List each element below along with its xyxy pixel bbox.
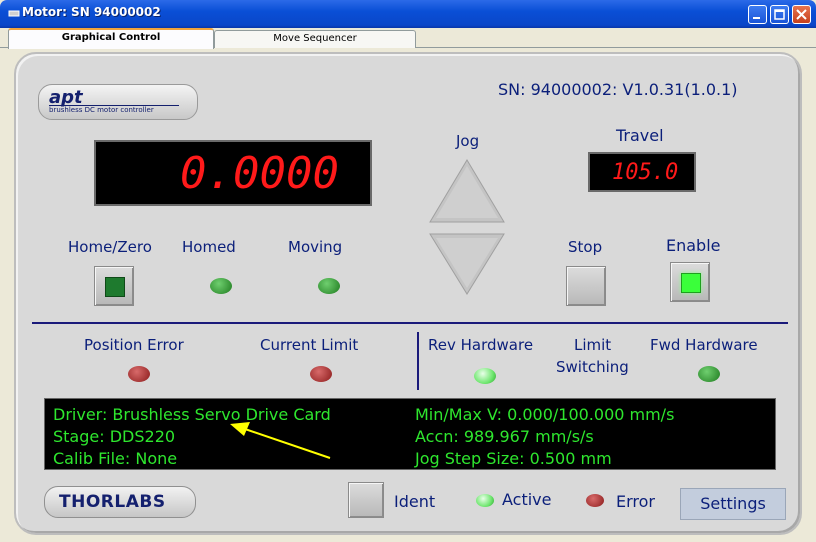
annotation-arrow [230, 422, 331, 459]
travel-label: Travel [616, 126, 664, 145]
close-button[interactable] [792, 5, 811, 24]
jog-step-info: Jog Step Size: 0.500 mm [415, 449, 612, 468]
window-titlebar[interactable]: Motor: SN 94000002 [0, 0, 816, 28]
jog-down-button[interactable] [428, 232, 506, 296]
switching-label: Switching [556, 358, 629, 376]
jog-up-button[interactable] [428, 158, 506, 224]
current-limit-led [310, 366, 332, 382]
homed-led [210, 278, 232, 294]
app-icon [8, 10, 20, 17]
position-error-led [128, 366, 150, 382]
tab-graphical-control[interactable]: Graphical Control [8, 28, 214, 49]
thorlabs-logo-text: THORLABS [59, 492, 166, 512]
apt-logo: apt brushless DC motor controller [38, 84, 198, 120]
tab-move-sequencer[interactable]: Move Sequencer [214, 30, 416, 48]
thorlabs-logo: THORLABS [44, 486, 196, 518]
ident-label: Ident [394, 492, 436, 511]
calib-info: Calib File: None [53, 449, 178, 468]
close-icon [796, 9, 807, 20]
active-label: Active [502, 490, 552, 509]
minmax-velocity-info: Min/Max V: 0.000/100.000 mm/s [415, 405, 675, 424]
limit-label: Limit [574, 336, 612, 354]
stop-button[interactable] [566, 266, 606, 306]
apt-logo-subtitle: brushless DC motor controller [49, 106, 154, 114]
stop-label: Stop [568, 238, 603, 256]
homed-label: Homed [182, 238, 236, 256]
moving-led [318, 278, 340, 294]
position-display: 0.0000 [94, 140, 372, 206]
acceleration-info: Accn: 989.967 mm/s/s [415, 427, 594, 446]
home-indicator [105, 277, 125, 297]
settings-button[interactable]: Settings [680, 488, 786, 520]
serial-version: SN: 94000002: V1.0.31(1.0.1) [498, 80, 738, 99]
fwd-hardware-label: Fwd Hardware [650, 336, 758, 354]
limit-divider [417, 332, 419, 390]
window-title: Motor: SN 94000002 [22, 5, 161, 19]
section-divider [32, 322, 788, 324]
error-led [586, 494, 604, 507]
rev-hardware-led [474, 368, 496, 384]
rev-hardware-label: Rev Hardware [428, 336, 534, 354]
travel-display: 105.0 [588, 152, 696, 192]
maximize-icon [774, 9, 785, 20]
jog-label: Jog [456, 132, 480, 150]
minimize-icon [753, 17, 760, 19]
control-panel: apt brushless DC motor controller SN: 94… [14, 52, 802, 535]
moving-label: Moving [288, 238, 343, 256]
position-value: 0.0000 [180, 148, 339, 199]
minimize-button[interactable] [748, 5, 767, 24]
current-limit-label: Current Limit [260, 336, 359, 354]
position-error-label: Position Error [84, 336, 184, 354]
home-zero-button[interactable] [94, 266, 134, 306]
enable-label: Enable [666, 236, 721, 255]
travel-value: 105.0 [612, 160, 679, 185]
active-led [476, 494, 494, 507]
maximize-button[interactable] [770, 5, 789, 24]
ident-button[interactable] [348, 482, 384, 518]
enable-button[interactable] [670, 262, 710, 302]
fwd-hardware-led [698, 366, 720, 382]
error-label: Error [616, 492, 655, 511]
enable-indicator [681, 273, 701, 293]
info-panel: Driver: Brushless Servo Drive Card Stage… [44, 398, 776, 470]
stage-info: Stage: DDS220 [53, 427, 176, 446]
tab-strip: Graphical Control Move Sequencer [0, 28, 816, 49]
home-zero-label: Home/Zero [68, 238, 152, 256]
